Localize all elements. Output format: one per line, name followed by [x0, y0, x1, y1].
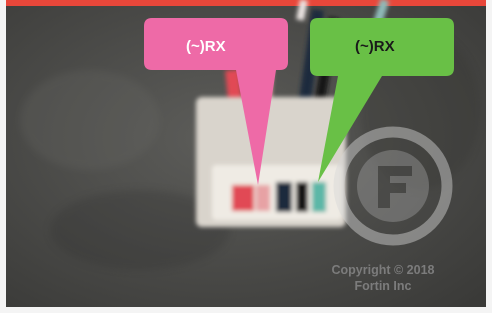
copyright-company: Fortin Inc: [354, 279, 412, 293]
callout-label-prefix: (~): [355, 38, 374, 55]
wire-white: [296, 0, 308, 21]
callout-label-main: RX: [373, 38, 395, 55]
callout-label-main: RX: [204, 38, 226, 55]
callout-label-prefix: (~): [186, 38, 205, 55]
pin-dark-blue: [276, 182, 292, 212]
callout-label-pink: (~)RX: [186, 38, 226, 55]
product-photo: (~)RX (~)RX Copyright © 2018 Fortin Inc: [0, 0, 492, 313]
pin-teal: [312, 182, 326, 212]
pin-pink: [256, 185, 270, 211]
copyright-line: Copyright © 2018: [331, 263, 435, 277]
pin-black: [296, 182, 308, 212]
callout-label-green: (~)RX: [355, 38, 395, 55]
pin-red: [232, 185, 254, 211]
top-red-bar: [6, 0, 486, 6]
copyright-watermark: Copyright © 2018 Fortin Inc: [322, 262, 444, 294]
